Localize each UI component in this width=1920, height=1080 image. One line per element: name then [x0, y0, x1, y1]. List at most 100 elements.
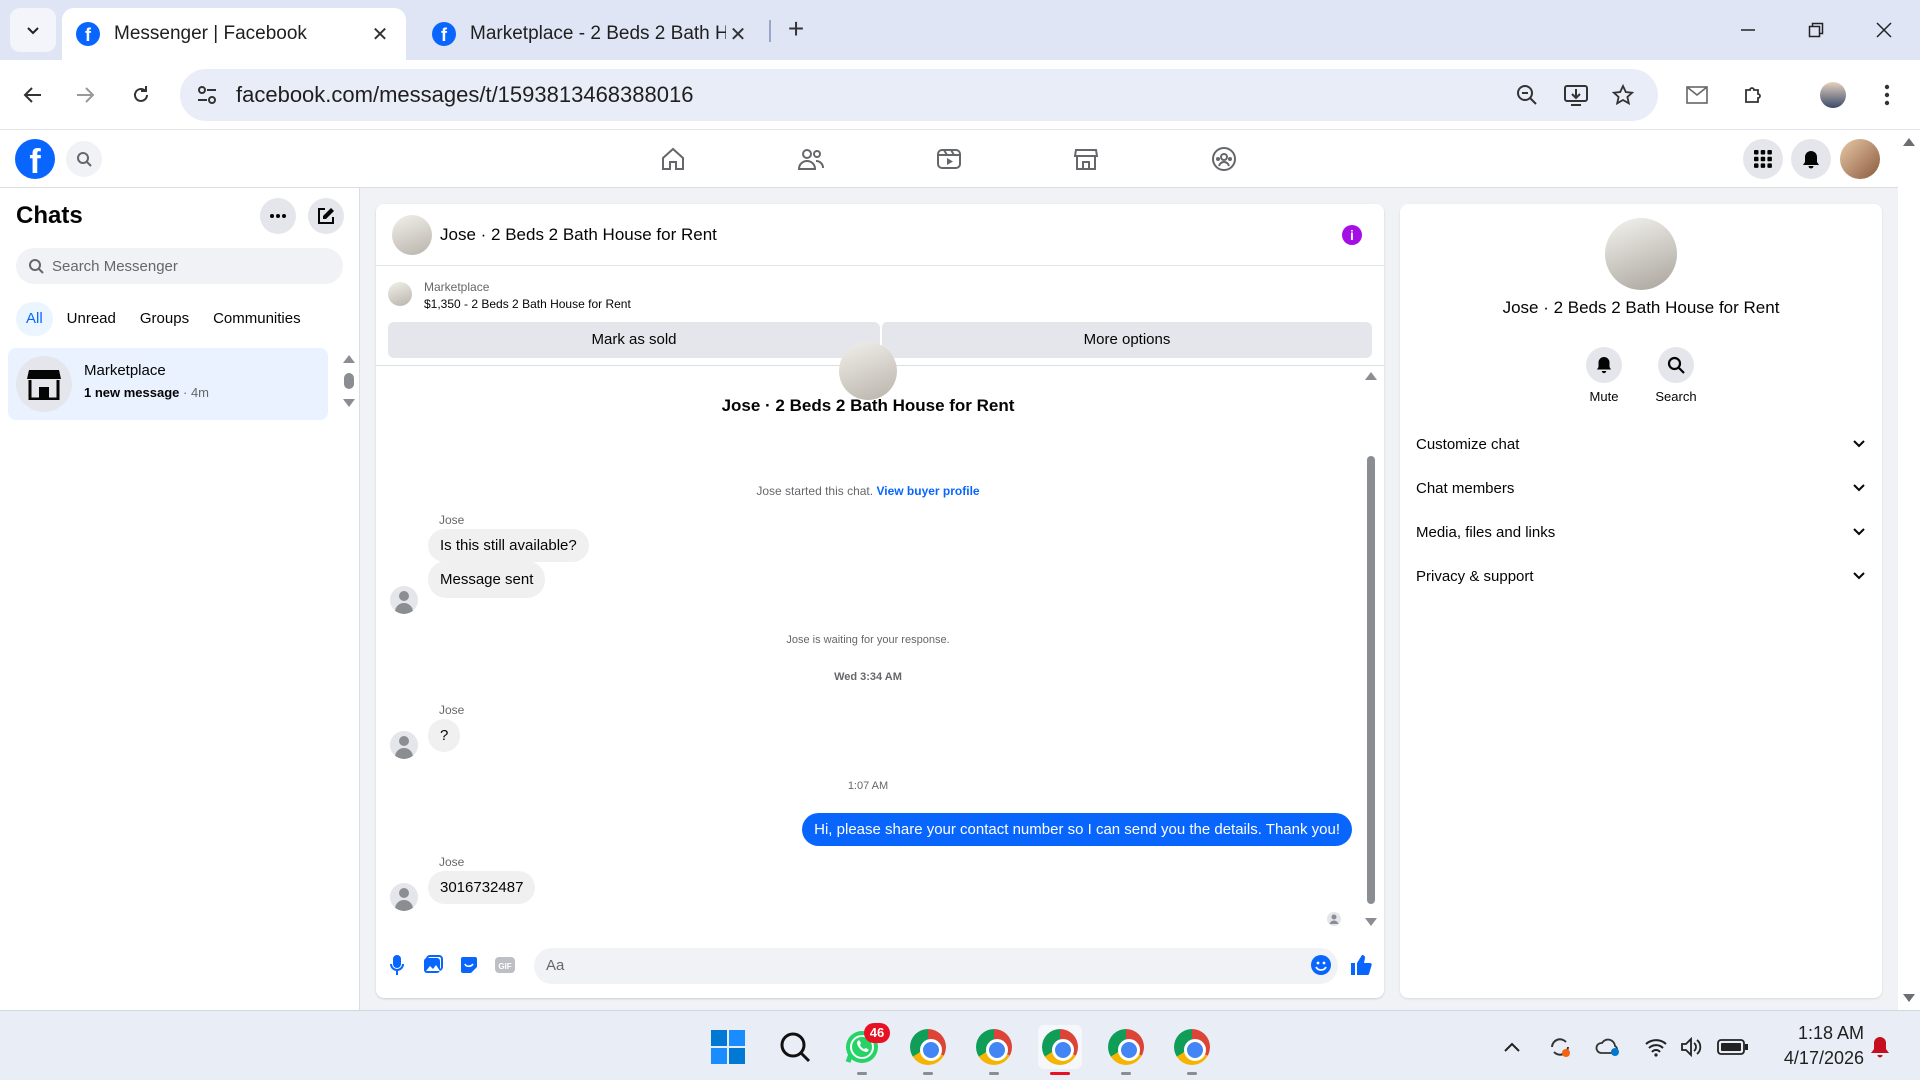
wifi-tray-icon[interactable] [1642, 1035, 1670, 1059]
zoom-icon[interactable] [1516, 84, 1538, 106]
filter-communities[interactable]: Communities [203, 302, 311, 336]
voice-clip-button[interactable] [384, 952, 410, 978]
more-options-button[interactable]: More options [880, 322, 1372, 358]
chat-info-avatar[interactable] [1605, 218, 1677, 290]
timestamp-divider: 1:07 AM [847, 780, 889, 792]
new-tab-button[interactable]: + [780, 14, 812, 46]
chat-started-note: Jose started this chat. View buyer profi… [376, 484, 1360, 498]
taskbar-chrome-4[interactable] [1170, 1025, 1214, 1075]
minimize-button[interactable] [1728, 14, 1768, 46]
taskbar-chrome-2[interactable] [972, 1025, 1016, 1075]
start-button[interactable] [706, 1025, 750, 1069]
sender-avatar [390, 883, 418, 911]
media-files-links-row[interactable]: Media, files and links [1416, 510, 1866, 554]
tab-title: Messenger | Facebook [114, 23, 307, 44]
listing-title[interactable]: $1,350 - 2 Beds 2 Bath House for Rent [424, 297, 631, 311]
outgoing-message[interactable]: Hi, please share your contact number so … [802, 813, 1352, 846]
nav-video[interactable] [934, 144, 964, 174]
filter-all[interactable]: All [16, 302, 53, 336]
restore-button[interactable] [1796, 14, 1836, 46]
extensions-button[interactable] [1736, 78, 1770, 112]
mark-as-sold-button[interactable]: Mark as sold [388, 322, 880, 358]
section-label: Privacy & support [1416, 567, 1534, 585]
intro-name: Jose · 2 Beds 2 Bath House for Rent [721, 396, 1015, 415]
nav-marketplace[interactable] [1071, 144, 1101, 174]
attach-media-button[interactable] [420, 952, 446, 978]
view-buyer-profile-link[interactable]: View buyer profile [876, 484, 979, 498]
chat-members-row[interactable]: Chat members [1416, 466, 1866, 510]
taskbar-chrome-3[interactable] [1104, 1025, 1148, 1075]
conversation-info-icon[interactable]: i [1342, 225, 1362, 245]
reload-icon [134, 86, 148, 102]
taskbar-whatsapp[interactable]: 46 [840, 1023, 890, 1075]
filter-unread[interactable]: Unread [57, 302, 126, 336]
message-input[interactable]: Aa [534, 948, 1338, 984]
close-window-button[interactable] [1864, 14, 1904, 46]
address-bar[interactable]: facebook.com/messages/t/1593813468388016 [180, 69, 1658, 121]
new-message-button[interactable] [308, 198, 344, 234]
page-scrollbar[interactable] [1898, 130, 1920, 1010]
volume-tray-icon[interactable] [1678, 1035, 1706, 1059]
incoming-message[interactable]: Is this still available? [428, 529, 589, 562]
reload-button[interactable] [124, 78, 158, 112]
back-button[interactable] [16, 78, 50, 112]
facebook-search-button[interactable] [66, 141, 102, 177]
chat-item-marketplace[interactable]: Marketplace 1 new message · 4m [8, 348, 328, 420]
install-app-icon[interactable] [1564, 84, 1588, 106]
bookmark-star-icon[interactable] [1612, 84, 1634, 106]
forward-button[interactable] [68, 78, 102, 112]
nav-groups[interactable] [1209, 144, 1239, 174]
tab-messenger[interactable]: f Messenger | Facebook ✕ [62, 8, 406, 60]
notifications-button[interactable] [1791, 139, 1831, 179]
sticker-button[interactable] [456, 952, 482, 978]
facebook-logo[interactable]: f [15, 139, 55, 179]
incoming-message[interactable]: 3016732487 [428, 871, 536, 904]
conversation-title[interactable]: Jose · 2 Beds 2 Bath House for Rent [440, 225, 717, 245]
battery-tray-icon[interactable] [1716, 1035, 1750, 1059]
nav-friends[interactable] [796, 144, 826, 174]
emoji-button[interactable] [1308, 952, 1334, 978]
customize-chat-row[interactable]: Customize chat [1416, 422, 1866, 466]
browser-menu-button[interactable] [1870, 78, 1904, 112]
mute-action[interactable]: Mute [1569, 347, 1639, 404]
taskbar-chrome-active[interactable] [1038, 1025, 1082, 1075]
like-button[interactable] [1348, 952, 1374, 978]
sender-name: Jose [439, 703, 465, 717]
tab-search-menu-button[interactable] [10, 8, 56, 52]
show-hidden-icons-button[interactable] [1498, 1035, 1526, 1059]
mute-button[interactable] [1586, 347, 1622, 383]
search-in-chat-button[interactable] [1658, 347, 1694, 383]
search-label: Search [1655, 389, 1697, 404]
gif-button[interactable]: GIF [492, 952, 518, 978]
filter-groups[interactable]: Groups [130, 302, 199, 336]
system-clock[interactable]: 1:18 AM 4/17/2026 [1764, 1021, 1864, 1071]
chats-options-button[interactable] [260, 198, 296, 234]
account-avatar[interactable] [1840, 139, 1880, 179]
onedrive-tray-icon[interactable] [1594, 1035, 1622, 1059]
taskbar-search-button[interactable] [773, 1025, 817, 1069]
sync-tray-icon[interactable] [1546, 1035, 1574, 1059]
chat-list-scrollbar[interactable] [340, 353, 358, 423]
message-sent-card[interactable]: Message sent [428, 561, 546, 598]
mail-extension-button[interactable] [1680, 78, 1714, 112]
conversation-avatar[interactable] [392, 215, 432, 255]
notification-center-button[interactable] [1866, 1035, 1894, 1059]
chevron-down-icon [1853, 484, 1865, 492]
conversation-header: Jose · 2 Beds 2 Bath House for Rent i [376, 204, 1384, 266]
chevron-down-icon [27, 27, 39, 35]
url-text: facebook.com/messages/t/1593813468388016 [236, 82, 694, 107]
tab-close-icon[interactable]: ✕ [726, 22, 750, 47]
taskbar-chrome-1[interactable] [906, 1025, 950, 1075]
privacy-support-row[interactable]: Privacy & support [1416, 554, 1866, 598]
chat-info-panel: Jose · 2 Beds 2 Bath House for Rent Mute… [1400, 204, 1882, 998]
conversation-scrollbar[interactable] [1362, 366, 1380, 938]
menu-grid-button[interactable] [1743, 139, 1783, 179]
nav-home[interactable] [658, 144, 688, 174]
search-messenger-input[interactable]: Search Messenger [16, 248, 343, 284]
tab-marketplace[interactable]: f Marketplace - 2 Beds 2 Bath Ho ✕ [418, 8, 764, 60]
listing-source-label: Marketplace [424, 280, 490, 294]
search-action[interactable]: Search [1641, 347, 1711, 404]
profile-button[interactable] [1816, 78, 1850, 112]
tab-close-icon[interactable]: ✕ [368, 22, 392, 47]
incoming-message[interactable]: ? [428, 719, 461, 752]
